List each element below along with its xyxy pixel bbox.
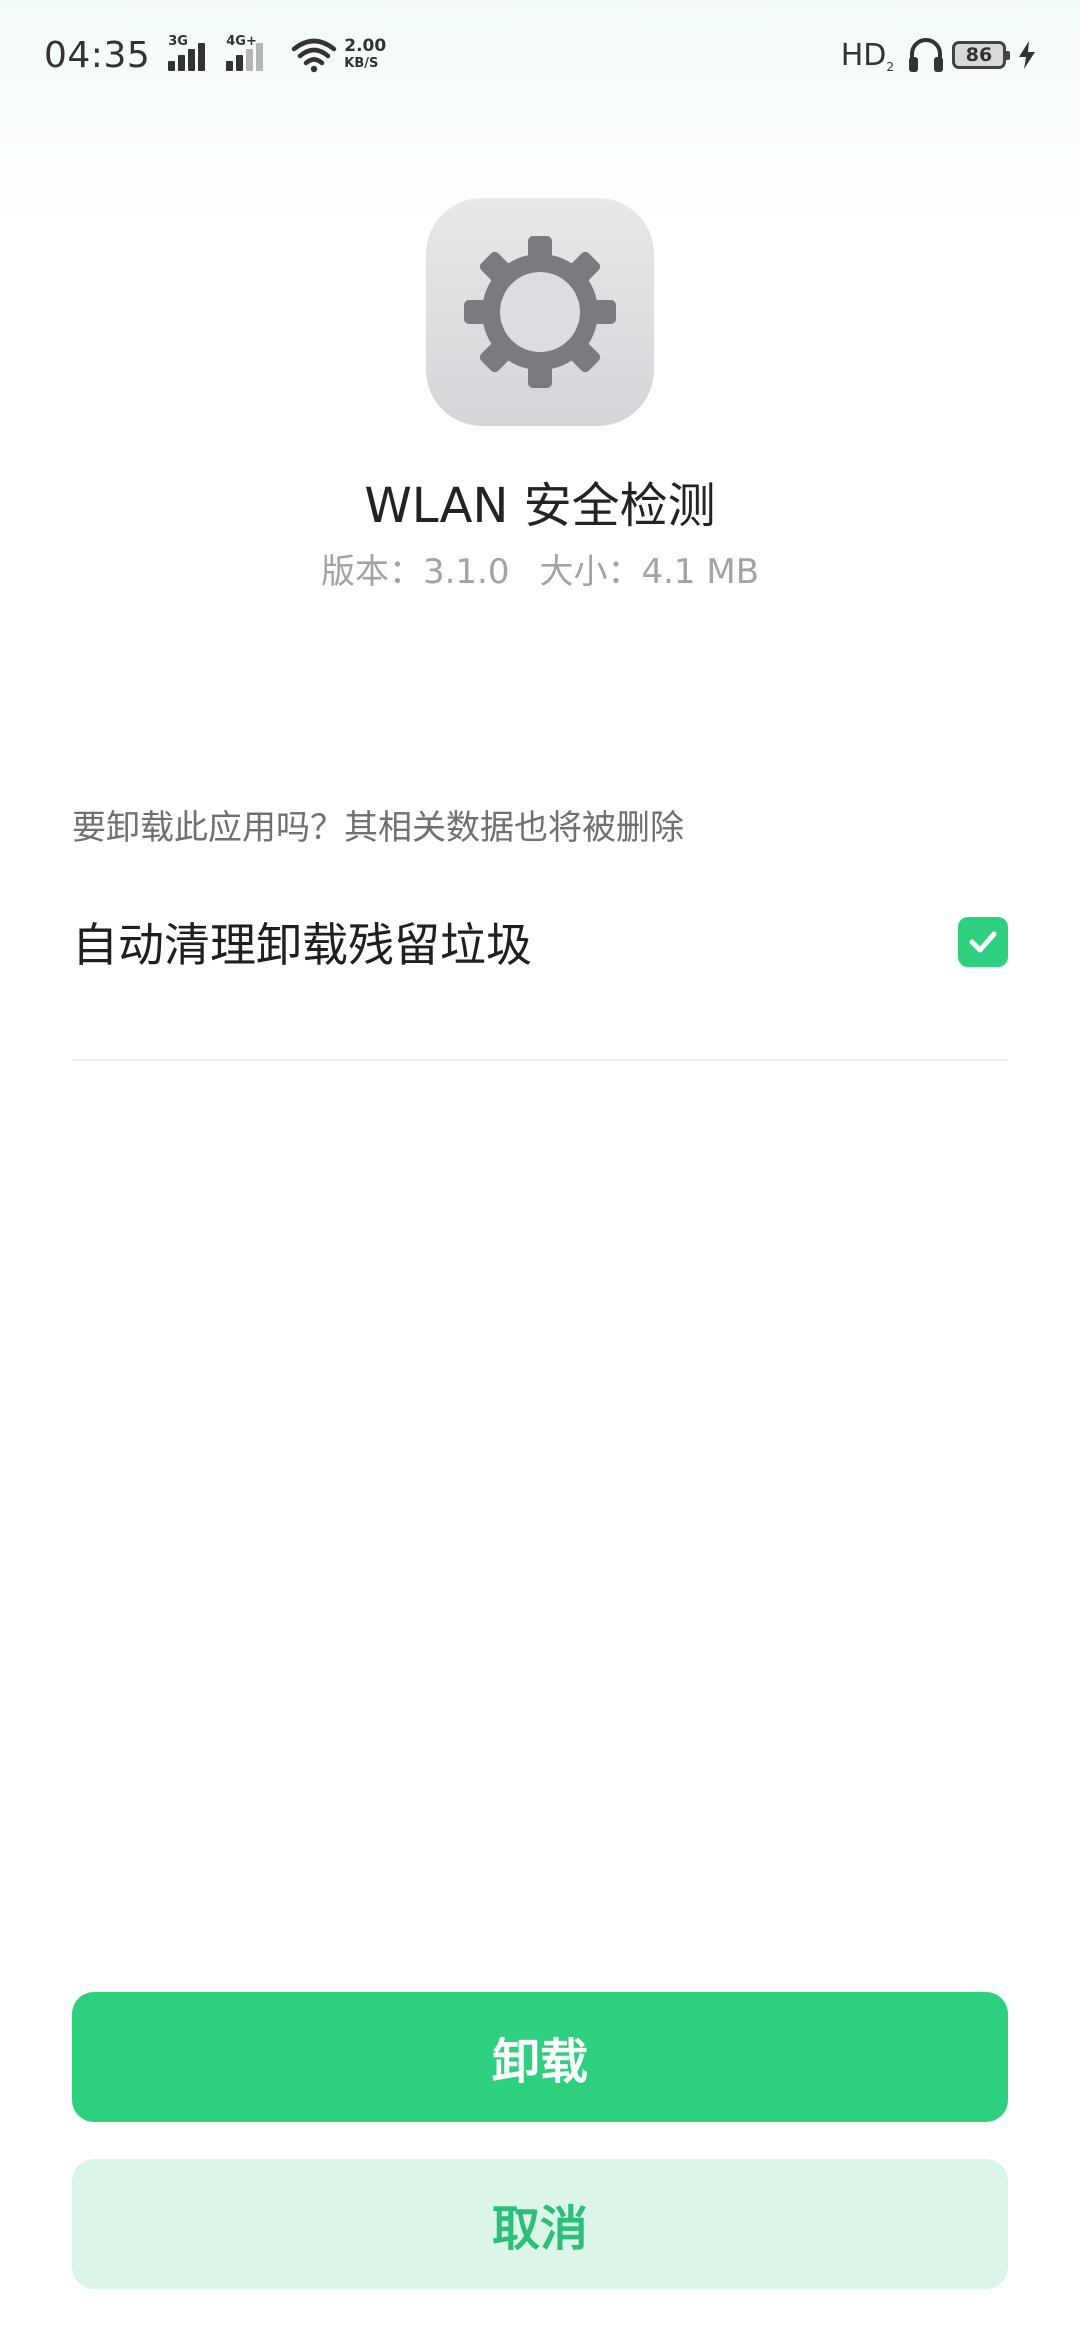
battery-icon: 86 <box>952 41 1010 69</box>
app-icon <box>426 198 654 426</box>
headset-icon <box>909 38 943 72</box>
divider <box>72 1059 1008 1061</box>
sim1-network-type: 3G <box>168 34 188 49</box>
uninstall-question: 要卸载此应用吗？其相关数据也将被删除 <box>72 808 684 848</box>
sim1-signal-icon: 3G <box>168 35 216 75</box>
battery-level: 86 <box>965 44 993 66</box>
hd-label: HD <box>840 37 887 73</box>
auto-clean-option[interactable]: 自动清理卸载残留垃圾 <box>72 890 1008 994</box>
status-bar: 04:35 3G 4G+ 2.00 KB/S HD2 86 <box>0 0 1080 110</box>
network-speed-value: 2.00 <box>344 36 387 56</box>
status-bar-left: 04:35 3G 4G+ 2.00 KB/S <box>44 35 386 76</box>
charging-bolt-icon <box>1019 41 1035 69</box>
cancel-button[interactable]: 取消 <box>72 2159 1008 2289</box>
network-speed-unit: KB/S <box>344 56 379 71</box>
auto-clean-checkbox[interactable] <box>958 917 1008 967</box>
app-size: 大小：4.1 MB <box>539 552 760 592</box>
gear-icon <box>464 236 616 388</box>
hd-sub: 2 <box>886 59 894 74</box>
app-version: 版本：3.1.0 <box>320 552 510 592</box>
app-meta: 版本：3.1.0 大小：4.1 MB <box>0 544 1080 593</box>
sim2-signal-icon: 4G+ <box>226 35 274 75</box>
network-speed: 2.00 KB/S <box>344 38 386 72</box>
sim2-network-type: 4G+ <box>226 34 257 49</box>
hd-voice-indicator: HD2 <box>840 37 894 74</box>
checkmark-icon <box>969 931 997 953</box>
auto-clean-label: 自动清理卸载残留垃圾 <box>72 918 532 972</box>
wifi-icon <box>292 38 337 73</box>
uninstall-button[interactable]: 卸载 <box>72 1992 1008 2122</box>
app-name: WLAN 安全检测 <box>364 478 716 534</box>
status-bar-right: HD2 86 <box>841 35 1038 75</box>
status-time: 04:35 <box>44 34 151 76</box>
